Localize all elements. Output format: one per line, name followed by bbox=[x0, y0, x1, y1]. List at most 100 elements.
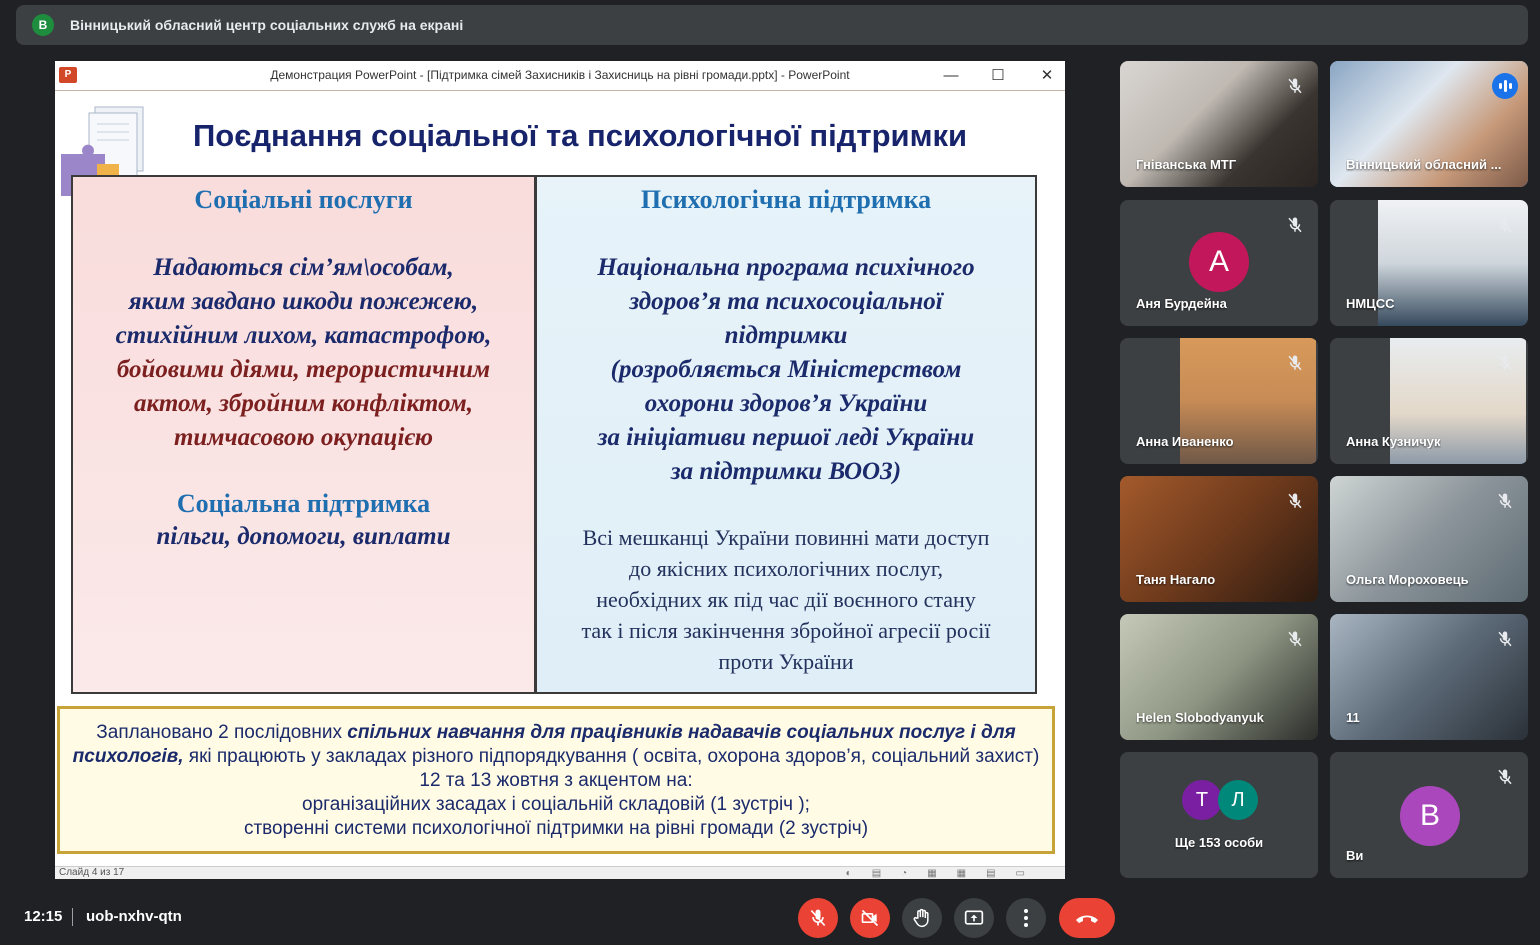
ppt-status-bar: Слайд 4 из 17 ◐▤◔▦▦▤▭ bbox=[55, 866, 1065, 879]
participant-tile[interactable]: Анна Кузничук bbox=[1330, 338, 1528, 464]
slide-counter: Слайд 4 из 17 bbox=[59, 867, 125, 878]
participant-name: Анна Иваненко bbox=[1136, 434, 1234, 449]
presenter-avatar: В bbox=[32, 14, 54, 36]
participant-name: Аня Бурдейна bbox=[1136, 296, 1227, 311]
text-line: бойовими діями, терористичним bbox=[116, 356, 491, 383]
hang-up-icon bbox=[1076, 915, 1098, 923]
speaking-indicator-icon bbox=[1492, 73, 1518, 99]
meeting-code: uob-nxhv-qtn bbox=[86, 908, 182, 925]
more-vert-icon bbox=[1024, 909, 1028, 927]
text-line: за ініціативи першої леді України bbox=[597, 424, 975, 451]
clock: 12:15 bbox=[24, 908, 63, 925]
mic-off-button[interactable] bbox=[798, 898, 838, 938]
participant-name: 11 bbox=[1346, 710, 1360, 725]
presenting-banner: В Вінницький обласний центр соціальних с… bbox=[16, 5, 1528, 45]
mic-muted-icon bbox=[1496, 630, 1514, 648]
participant-tile[interactable]: В Ви bbox=[1330, 752, 1528, 878]
mic-muted-icon bbox=[1286, 77, 1304, 95]
present-screen-icon bbox=[964, 910, 984, 925]
view-icons: ◐▤◔▦▦▤▭ bbox=[845, 868, 1045, 879]
text-line: стихійним лихом, катастрофою, bbox=[115, 322, 492, 349]
participant-name: НМЦСС bbox=[1346, 296, 1395, 311]
mic-muted-icon bbox=[1496, 768, 1514, 786]
present-button[interactable] bbox=[954, 898, 994, 938]
text-line: Надаються сім’ям\особам, bbox=[153, 254, 454, 281]
text-line: тимчасовою окупацією bbox=[173, 424, 434, 451]
participant-tile[interactable]: Helen Slobodyanyuk bbox=[1120, 614, 1318, 740]
participant-tile[interactable]: Анна Иваненко bbox=[1120, 338, 1318, 464]
text-fragment: які працюють у закладах різного підпоряд… bbox=[183, 746, 1040, 791]
participant-avatar: Т bbox=[1182, 780, 1222, 820]
text-fragment: Заплановано 2 послідовних bbox=[96, 722, 348, 743]
text-line: актом, збройним конфліктом, bbox=[134, 390, 473, 417]
psych-support-column: Психологічна підтримка Національна прогр… bbox=[535, 175, 1037, 694]
text-line: так і після закінчення збройної агресії … bbox=[581, 618, 991, 643]
participant-name: Вінницький обласний ... bbox=[1346, 157, 1502, 172]
participant-tile[interactable]: Ольга Мороховець bbox=[1330, 476, 1528, 602]
participant-name: Ольга Мороховець bbox=[1346, 572, 1469, 587]
participant-avatar: В bbox=[1400, 786, 1460, 846]
participant-name: Гніванська МТГ bbox=[1136, 157, 1237, 172]
shared-screen: P Демонстрация PowerPoint - [Підтримка с… bbox=[55, 61, 1065, 879]
participant-avatar: А bbox=[1189, 232, 1249, 292]
mic-muted-icon bbox=[1496, 216, 1514, 234]
social-support-header: Соціальна підтримка bbox=[176, 489, 431, 518]
text-line: організаційних засадах і соціальній скла… bbox=[302, 794, 810, 815]
participant-name: Ще 153 особи bbox=[1174, 835, 1264, 850]
psych-support-header: Психологічна підтримка bbox=[640, 185, 932, 214]
social-services-column: Соціальні послуги Надаються сім’ям\особа… bbox=[71, 175, 536, 694]
close-icon: ✕ bbox=[1040, 67, 1054, 84]
participant-tile[interactable]: НМЦСС bbox=[1330, 200, 1528, 326]
participant-name: Helen Slobodyanyuk bbox=[1136, 710, 1264, 725]
training-plan-box: Заплановано 2 послідовних спільних навча… bbox=[57, 706, 1055, 854]
participant-tile[interactable]: Т Л Ще 153 особи bbox=[1120, 752, 1318, 878]
text-line: підтримки bbox=[724, 322, 848, 349]
text-line: проти України bbox=[718, 649, 854, 674]
camera-off-icon bbox=[861, 909, 879, 927]
mic-muted-icon bbox=[1286, 492, 1304, 510]
slide: Поєднання соціальної та психологічної пі… bbox=[55, 92, 1065, 866]
participant-tile[interactable]: Таня Нагало bbox=[1120, 476, 1318, 602]
text-line: необхідних як під час дії воєнного стану bbox=[596, 587, 976, 612]
psych-access-text: Всі мешканці України повинні мати доступ… bbox=[543, 522, 1029, 677]
participant-tile[interactable]: Вінницький обласний ... bbox=[1330, 61, 1528, 187]
text-line: яким завдано шкоди пожежею, bbox=[128, 288, 479, 315]
mic-off-icon bbox=[810, 909, 826, 927]
participant-name: Ви bbox=[1346, 848, 1364, 863]
social-services-text: Надаються сім’ям\особам, яким завдано шк… bbox=[81, 251, 526, 455]
training-plan-paragraph: Заплановано 2 послідовних спільних навча… bbox=[72, 721, 1040, 793]
ppt-titlebar: P Демонстрация PowerPoint - [Підтримка с… bbox=[55, 61, 1065, 91]
participant-name: Таня Нагало bbox=[1136, 572, 1216, 587]
mic-muted-icon bbox=[1496, 492, 1514, 510]
ppt-window-title: Демонстрация PowerPoint - [Підтримка сім… bbox=[270, 68, 850, 82]
text-line: до якісних психологічних послуг, bbox=[629, 556, 943, 581]
text-line: Всі мешканці України повинні мати доступ bbox=[582, 525, 990, 550]
mic-muted-icon bbox=[1286, 630, 1304, 648]
leave-call-button[interactable] bbox=[1059, 898, 1115, 938]
text-line: за підтримки ВООЗ) bbox=[670, 458, 902, 485]
participant-tile[interactable]: 11 bbox=[1330, 614, 1528, 740]
participant-tile[interactable]: Гніванська МТГ bbox=[1120, 61, 1318, 187]
mic-muted-icon bbox=[1286, 216, 1304, 234]
presenting-text: Вінницький обласний центр соціальних слу… bbox=[70, 17, 464, 33]
psych-support-text: Національна програма психічного здоров’я… bbox=[545, 251, 1027, 489]
text-line: (розробляється Міністерством bbox=[610, 356, 962, 383]
maximize-icon: ☐ bbox=[991, 67, 1005, 84]
divider bbox=[72, 908, 73, 926]
social-support-text: пільги, допомоги, виплати bbox=[156, 523, 451, 550]
slide-title: Поєднання соціальної та психологічної пі… bbox=[193, 118, 968, 153]
mic-muted-icon bbox=[1286, 354, 1304, 372]
text-line: охорони здоров’я України bbox=[644, 390, 928, 417]
text-line: Національна програма психічного bbox=[597, 254, 975, 281]
camera-off-button[interactable] bbox=[850, 898, 890, 938]
mic-muted-icon bbox=[1496, 354, 1514, 372]
more-options-button[interactable] bbox=[1006, 898, 1046, 938]
minimize-icon: — bbox=[943, 67, 959, 84]
social-services-header: Соціальні послуги bbox=[194, 185, 413, 214]
hand-icon bbox=[913, 908, 929, 928]
raise-hand-button[interactable] bbox=[902, 898, 942, 938]
text-line: здоров’я та психосоціальної bbox=[629, 288, 943, 315]
text-line: створенні системи психологічної підтримк… bbox=[243, 818, 869, 839]
participant-tile[interactable]: А Аня Бурдейна bbox=[1120, 200, 1318, 326]
participant-avatar: Л bbox=[1218, 780, 1258, 820]
